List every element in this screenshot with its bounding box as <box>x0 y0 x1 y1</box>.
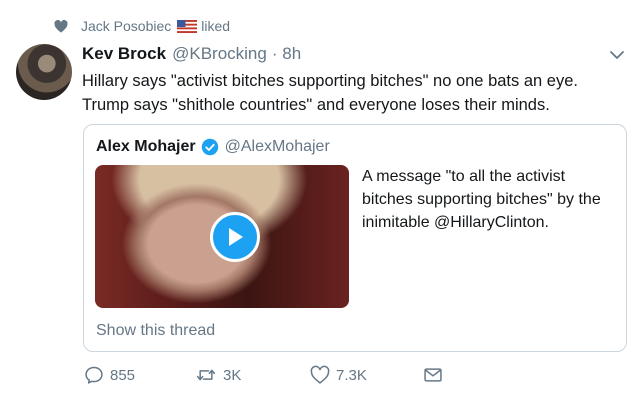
quoted-tweet[interactable]: Alex Mohajer @AlexMohajer A message "to … <box>83 124 627 352</box>
quoted-text-line: A message "to all the activist <box>362 168 566 185</box>
like-count: 7.3K <box>336 366 367 384</box>
author-handle[interactable]: @KBrocking <box>172 44 267 64</box>
quoted-tweet-header: Alex Mohajer @AlexMohajer <box>96 138 330 156</box>
quoted-author-name[interactable]: Alex Mohajer <box>96 138 196 156</box>
heart-icon <box>54 19 68 33</box>
video-thumbnail[interactable] <box>95 165 349 308</box>
tweet-time[interactable]: · 8h <box>272 44 301 64</box>
like-button[interactable]: 7.3K <box>310 365 367 385</box>
social-context: Jack Posobiec liked <box>54 16 230 36</box>
heart-outline-icon <box>310 365 330 384</box>
liked-label: liked <box>201 18 231 34</box>
retweet-icon <box>196 369 216 381</box>
quoted-text-line: inimitable @HillaryClinton. <box>362 214 549 231</box>
tweet-header: Kev Brock @KBrocking · 8h <box>82 44 301 64</box>
quoted-tweet-text: A message "to all the activist bitches s… <box>362 165 622 234</box>
chevron-down-icon[interactable] <box>608 46 626 64</box>
liked-by-user[interactable]: Jack Posobiec <box>81 18 171 34</box>
reply-button[interactable]: 855 <box>84 365 135 385</box>
us-flag-icon <box>177 19 198 33</box>
tweet-text-line: Hillary says "activist bitches supportin… <box>82 72 578 90</box>
quoted-text-line: bitches supporting bitches" by the <box>362 191 601 208</box>
direct-message-button[interactable] <box>423 365 449 385</box>
verified-badge-icon <box>201 138 218 156</box>
avatar[interactable] <box>16 44 72 100</box>
reply-icon <box>85 366 103 384</box>
tweet-text-line: Trump says "shithole countries" and ever… <box>82 96 550 114</box>
retweet-count: 3K <box>223 366 242 384</box>
quoted-author-handle[interactable]: @AlexMohajer <box>225 138 330 156</box>
envelope-icon <box>424 368 442 382</box>
author-name[interactable]: Kev Brock <box>82 44 166 64</box>
tweet-text: Hillary says "activist bitches supportin… <box>82 69 622 117</box>
retweet-button[interactable]: 3K <box>195 365 241 385</box>
tweet-actions: 855 3K 7.3K <box>0 365 640 391</box>
reply-count: 855 <box>110 366 136 384</box>
play-button[interactable] <box>210 212 260 262</box>
show-thread-link[interactable]: Show this thread <box>96 322 215 340</box>
play-icon <box>229 228 243 246</box>
